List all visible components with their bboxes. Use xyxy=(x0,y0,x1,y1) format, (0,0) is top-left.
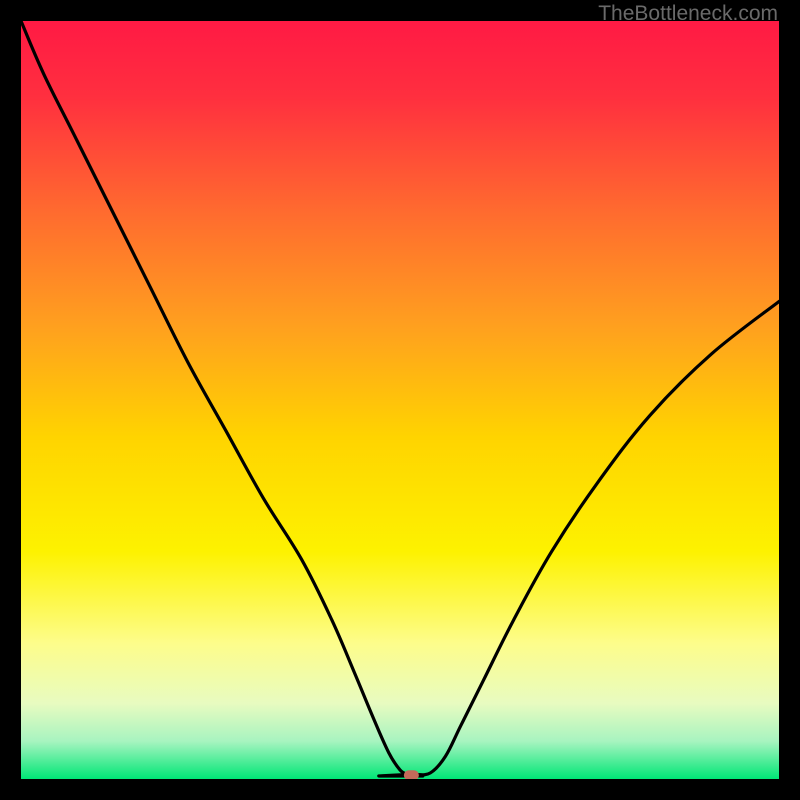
bottleneck-chart xyxy=(21,21,779,779)
curve-layer xyxy=(21,21,779,779)
bottleneck-curve xyxy=(21,21,779,776)
optimal-point-marker xyxy=(404,770,419,779)
